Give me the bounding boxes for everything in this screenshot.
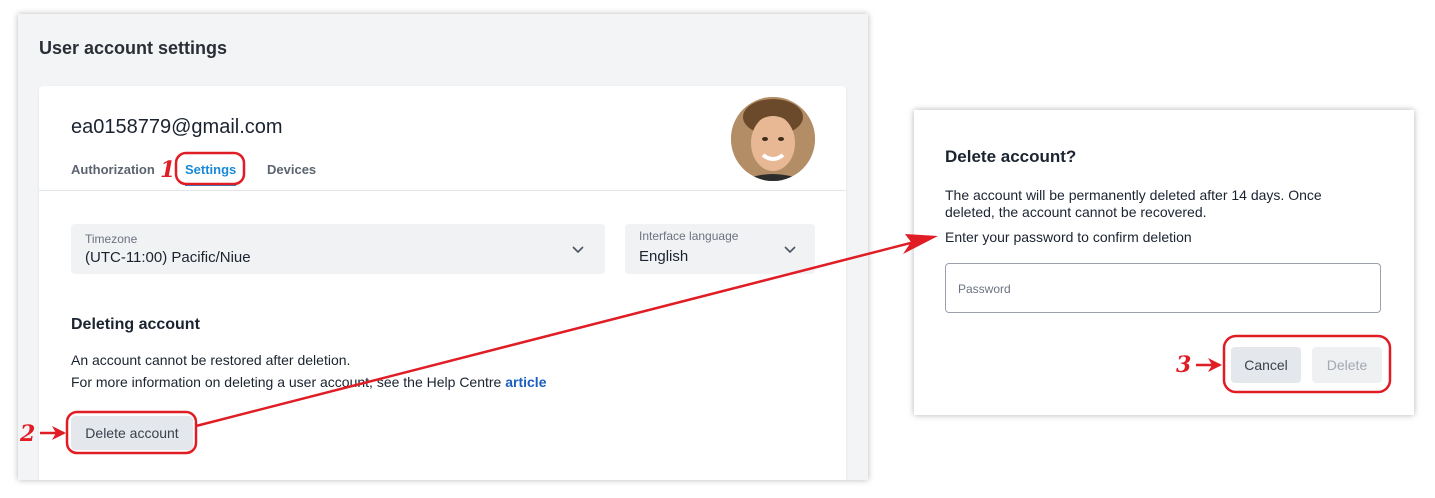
language-select[interactable]: Interface language English — [625, 224, 815, 274]
tab-authorization[interactable]: Authorization — [71, 162, 155, 177]
tab-devices[interactable]: Devices — [267, 162, 316, 177]
deleting-account-title: Deleting account — [71, 316, 200, 333]
language-value: English — [639, 248, 689, 265]
confirm-delete-button[interactable]: Delete — [1312, 347, 1382, 383]
help-article-link[interactable]: article — [505, 374, 546, 390]
cancel-button[interactable]: Cancel — [1231, 347, 1301, 383]
delete-account-button[interactable]: Delete account — [71, 416, 193, 450]
deletion-warning: An account cannot be restored after dele… — [71, 352, 351, 368]
avatar — [731, 97, 815, 181]
account-email: ea0158779@gmail.com — [71, 116, 283, 138]
settings-window: User account settings ea0158779@gmail.co… — [18, 14, 868, 480]
chevron-down-icon — [572, 246, 584, 254]
dialog-message: The account will be permanently deleted … — [945, 187, 1322, 220]
window-title: User account settings — [39, 38, 228, 58]
password-input[interactable] — [958, 272, 1368, 306]
step-3-label: 3 — [1176, 352, 1192, 378]
dialog-title: Delete account? — [945, 147, 1077, 166]
help-centre-text: For more information on deleting a user … — [71, 374, 506, 390]
step-2-label: 2 — [20, 421, 36, 447]
help-centre-note: For more information on deleting a user … — [71, 374, 546, 390]
account-card: ea0158779@gmail.com Authorization Settin… — [39, 86, 846, 480]
password-prompt: Enter your password to confirm deletion — [945, 229, 1192, 245]
timezone-select[interactable]: Timezone (UTC-11:00) Pacific/Niue — [71, 224, 605, 274]
tab-divider — [39, 190, 846, 191]
delete-account-dialog: Delete account? The account will be perm… — [914, 110, 1414, 415]
language-label: Interface language — [639, 229, 739, 243]
password-field[interactable] — [945, 263, 1381, 313]
timezone-label: Timezone — [85, 232, 138, 246]
timezone-value: (UTC-11:00) Pacific/Niue — [85, 249, 251, 266]
avatar-photo — [731, 97, 815, 181]
step-1-label: 1 — [160, 157, 176, 183]
tab-settings[interactable]: Settings — [185, 162, 237, 186]
chevron-down-icon — [784, 246, 796, 254]
